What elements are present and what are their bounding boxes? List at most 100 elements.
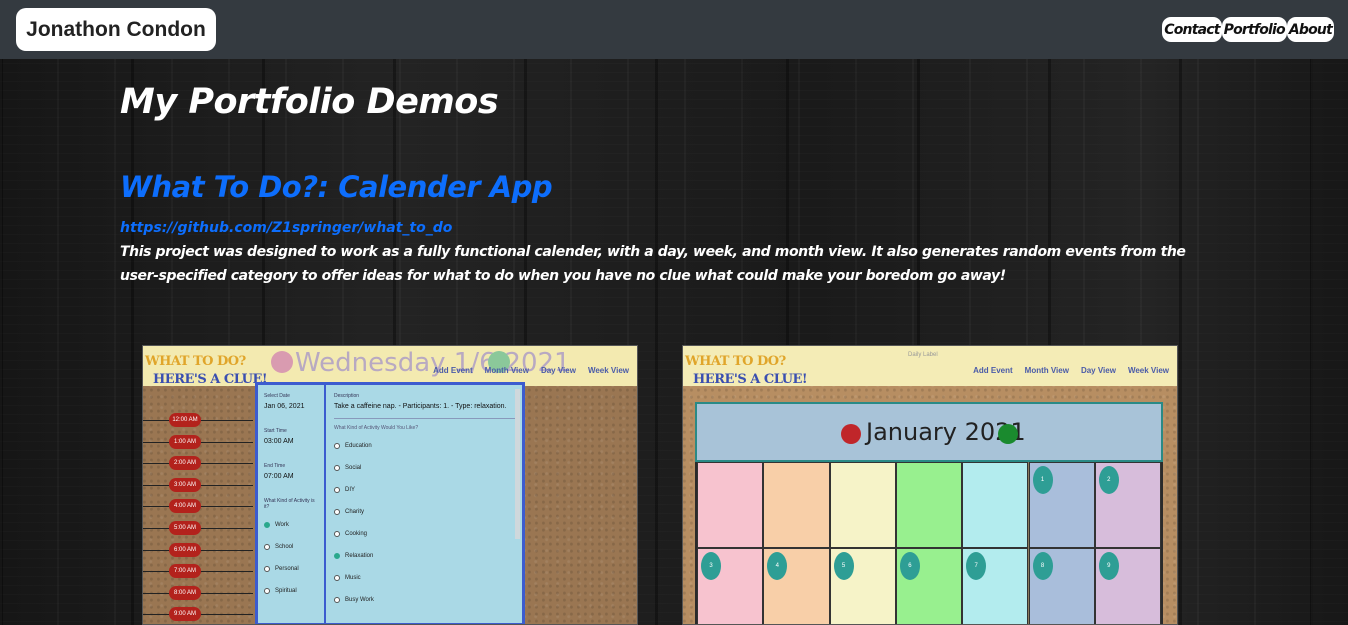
- radio-icon: [334, 531, 340, 537]
- timeline: 12:00 AM 1:00 AM 2:00 AM 3:00 AM 4:00 AM…: [143, 410, 253, 624]
- nav-links: Contact Portfolio About: [1162, 17, 1334, 42]
- time-label: 6:00 AM: [169, 542, 201, 557]
- calendar-day-cell[interactable]: [895, 462, 963, 548]
- next-month-icon: [998, 424, 1018, 444]
- app-nav-item: Month View: [484, 366, 529, 375]
- brand-logo[interactable]: Jonathon Condon: [16, 8, 216, 51]
- day-number-badge: 8: [1032, 552, 1053, 580]
- category-option: Cooking: [334, 523, 518, 545]
- modal-left-column: Select Date Jan 06, 2021 Start Time 03:0…: [258, 385, 326, 623]
- radio-icon: [264, 566, 270, 572]
- category-option: Social: [334, 457, 518, 479]
- top-navbar: Jonathon Condon Contact Portfolio About: [0, 0, 1348, 59]
- time-row: 8:00 AM: [143, 583, 253, 605]
- time-label: 7:00 AM: [169, 564, 201, 579]
- time-row: 6:00 AM: [143, 540, 253, 562]
- time-label: 1:00 AM: [169, 434, 201, 449]
- time-row: 7:00 AM: [143, 561, 253, 583]
- nav-link-about[interactable]: About: [1286, 17, 1334, 42]
- kind-option: School: [264, 536, 318, 558]
- app-logo-line1: WHAT TO DO?: [685, 354, 786, 369]
- radio-icon: [334, 509, 340, 515]
- app-nav: Add Event Month View Day View Week View: [973, 366, 1169, 375]
- start-time-value: 03:00 AM: [264, 438, 294, 445]
- day-number-badge: 2: [1098, 466, 1119, 494]
- calendar-day-cell[interactable]: [962, 462, 1029, 548]
- app-nav-item: Week View: [1127, 366, 1169, 375]
- modal-right-column: Description Take a caffeine nap. - Parti…: [330, 385, 522, 623]
- radio-icon: [264, 588, 270, 594]
- time-label: 9:00 AM: [169, 607, 201, 622]
- category-label: What Kind of Activity Would You Like?: [334, 425, 419, 431]
- app-nav-item: Week View: [587, 366, 629, 375]
- app-logo-line1: WHAT TO DO?: [145, 354, 246, 369]
- description-label: Description: [334, 393, 360, 399]
- add-event-modal: Select Date Jan 06, 2021 Start Time 03:0…: [255, 382, 525, 624]
- app-logo-line2: HERE'S A CLUE!: [693, 372, 808, 387]
- app-nav-item: Day View: [1080, 366, 1116, 375]
- app-nav-item: Day View: [540, 366, 576, 375]
- select-date-value: Jan 06, 2021: [264, 403, 305, 410]
- app-nav-item: Add Event: [973, 366, 1013, 375]
- time-row: 12:00 AM: [143, 410, 253, 432]
- page-title: My Portfolio Demos: [120, 82, 499, 122]
- radio-icon: [334, 443, 340, 449]
- radio-icon: [334, 597, 340, 603]
- time-label: 4:00 AM: [169, 499, 201, 514]
- day-number-badge: 1: [1032, 466, 1053, 494]
- kind-option: Personal: [264, 558, 318, 580]
- radio-icon: [334, 553, 340, 559]
- time-label: 2:00 AM: [169, 456, 201, 471]
- prev-month-icon: [841, 424, 861, 444]
- nav-link-portfolio[interactable]: Portfolio: [1221, 17, 1287, 42]
- project-title[interactable]: What To Do?: Calender App: [120, 170, 553, 204]
- time-row: 1:00 AM: [143, 432, 253, 454]
- category-option: Education: [334, 435, 518, 457]
- radio-icon: [334, 575, 340, 581]
- description-value: Take a caffeine nap. - Participants: 1. …: [334, 403, 518, 419]
- category-option: DIY: [334, 479, 518, 501]
- category-option: Music: [334, 567, 518, 589]
- radio-icon: [334, 465, 340, 471]
- radio-icon: [264, 544, 270, 550]
- time-row: 4:00 AM: [143, 496, 253, 518]
- category-option: Charity: [334, 501, 518, 523]
- calendar-day-cell[interactable]: [763, 462, 830, 548]
- time-label: 12:00 AM: [169, 413, 201, 427]
- radio-icon: [334, 487, 340, 493]
- header-small-label: Daily Label: [908, 352, 938, 358]
- app-nav-item: Add Event: [433, 366, 473, 375]
- kind-option: Work: [264, 514, 318, 536]
- project-description: This project was designed to work as a f…: [120, 244, 1186, 284]
- nav-link-contact[interactable]: Contact: [1162, 17, 1222, 42]
- calendar-day-cell[interactable]: [829, 462, 896, 548]
- time-label: 5:00 AM: [169, 520, 201, 535]
- app-nav: Add Event Month View Day View Week View: [433, 366, 629, 375]
- time-row: 3:00 AM: [143, 475, 253, 497]
- time-row: 2:00 AM: [143, 453, 253, 475]
- select-date-label: Select Date: [264, 393, 290, 399]
- modal-scrollbar: [515, 389, 520, 539]
- kind-option: Spiritual: [264, 580, 318, 602]
- day-number-badge: 9: [1098, 552, 1119, 580]
- day-number-badge: 3: [701, 552, 721, 580]
- time-row: 5:00 AM: [143, 518, 253, 540]
- radio-icon: [264, 522, 270, 528]
- end-time-label: End Time: [264, 463, 286, 469]
- app-logo-line2: HERE'S A CLUE!: [153, 372, 268, 387]
- prev-day-icon: [271, 351, 293, 373]
- category-option: Busy Work: [334, 589, 518, 611]
- app-nav-item: Month View: [1024, 366, 1069, 375]
- time-row: 9:00 AM: [143, 604, 253, 624]
- kind-label: What Kind of Activity is it?: [264, 498, 315, 510]
- day-number-badge: 5: [833, 552, 854, 580]
- demo-screenshot-month-view: WHAT TO DO? HERE'S A CLUE! Daily Label A…: [682, 345, 1178, 625]
- day-number-badge: 6: [899, 552, 920, 580]
- end-time-value: 07:00 AM: [264, 473, 294, 480]
- calendar-day-cell[interactable]: [697, 462, 764, 548]
- demo-screenshot-day-view: WHAT TO DO? HERE'S A CLUE! Wednesday 1/6…: [142, 345, 638, 625]
- project-github-link[interactable]: https://github.com/Z1springer/what_to_do: [120, 220, 452, 236]
- time-label: 8:00 AM: [169, 585, 201, 600]
- start-time-label: Start Time: [264, 428, 287, 434]
- category-option: Relaxation: [334, 545, 518, 567]
